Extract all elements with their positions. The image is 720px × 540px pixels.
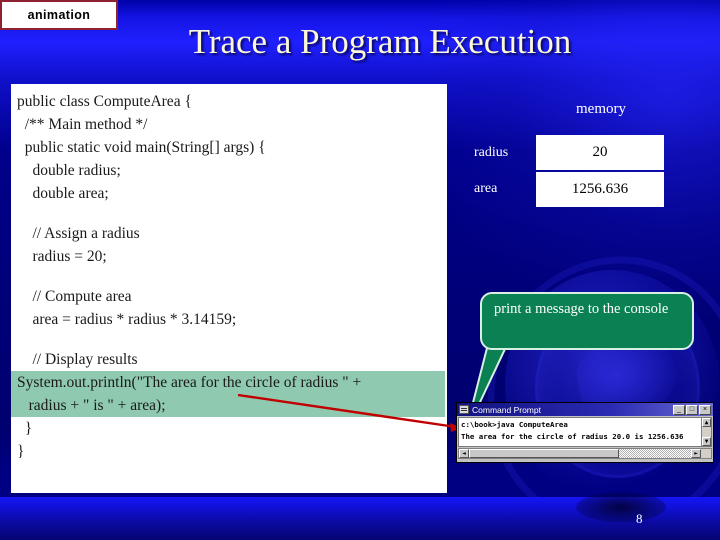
scroll-up-button[interactable]: ▲ <box>702 418 711 427</box>
memory-row-label-radius: radius <box>474 145 509 160</box>
code-line: public class ComputeArea { <box>17 93 192 110</box>
callout-bubble: print a message to the console <box>480 292 694 350</box>
code-line: // Compute area <box>17 288 132 305</box>
memory-row-value-radius: 20 <box>536 135 664 170</box>
code-panel: public class ComputeArea { /** Main meth… <box>11 84 447 493</box>
highlighted-statement-line-2: radius + " is " + area); <box>11 394 445 417</box>
console-titlebar[interactable]: Command Prompt _ □ × <box>457 403 713 416</box>
code-line: radius = 20; <box>17 248 107 265</box>
code-line: double radius; <box>17 162 121 179</box>
code-line: area = radius * radius * 3.14159; <box>17 311 237 328</box>
close-button[interactable]: × <box>699 404 711 415</box>
code-line: public static void main(String[] args) { <box>17 139 266 156</box>
code-line: double area; <box>17 185 109 202</box>
animation-tag-label: animation <box>27 8 91 22</box>
console-window-title: Command Prompt <box>472 404 541 415</box>
window-controls: _ □ × <box>673 404 711 415</box>
code-line: } <box>17 420 33 437</box>
animation-tag[interactable]: animation <box>0 0 118 30</box>
slide-canvas: animation Trace a Program Execution publ… <box>0 0 720 540</box>
memory-row-value-area: 1256.636 <box>536 172 664 207</box>
code-line: // Display results <box>17 351 138 368</box>
scroll-right-button[interactable]: ► <box>691 449 701 458</box>
scroll-left-button[interactable]: ◄ <box>459 449 469 458</box>
hscroll-track[interactable] <box>619 449 691 458</box>
memory-title: memory <box>576 101 626 117</box>
callout-text: print a message to the console <box>494 301 669 317</box>
resize-grip[interactable] <box>701 449 711 458</box>
code-line: /** Main method */ <box>17 116 148 133</box>
hscroll-thumb[interactable] <box>469 449 619 458</box>
code-line: // Assign a radius <box>17 225 140 242</box>
scroll-down-button[interactable]: ▼ <box>702 437 711 446</box>
console-line-1: c:\book>java ComputeArea <box>461 420 568 429</box>
highlighted-statement-line-1: System.out.println("The area for the cir… <box>11 371 445 394</box>
console-line-2: The area for the circle of radius 20.0 i… <box>461 432 684 441</box>
page-number: 8 <box>636 511 643 526</box>
console-vertical-scrollbar[interactable]: ▲ ▼ <box>701 418 711 446</box>
page-title: Trace a Program Execution <box>188 22 572 61</box>
globe-shadow <box>576 492 666 522</box>
console-window[interactable]: Command Prompt _ □ × c:\book>java Comput… <box>456 402 714 463</box>
maximize-button[interactable]: □ <box>686 404 698 415</box>
console-horizontal-scrollbar[interactable]: ◄ ► <box>458 448 712 459</box>
console-output-area: c:\book>java ComputeArea The area for th… <box>458 417 712 447</box>
minimize-button[interactable]: _ <box>673 404 685 415</box>
code-line: } <box>17 443 25 460</box>
console-app-icon <box>459 405 469 414</box>
memory-row-label-area: area <box>474 181 498 196</box>
